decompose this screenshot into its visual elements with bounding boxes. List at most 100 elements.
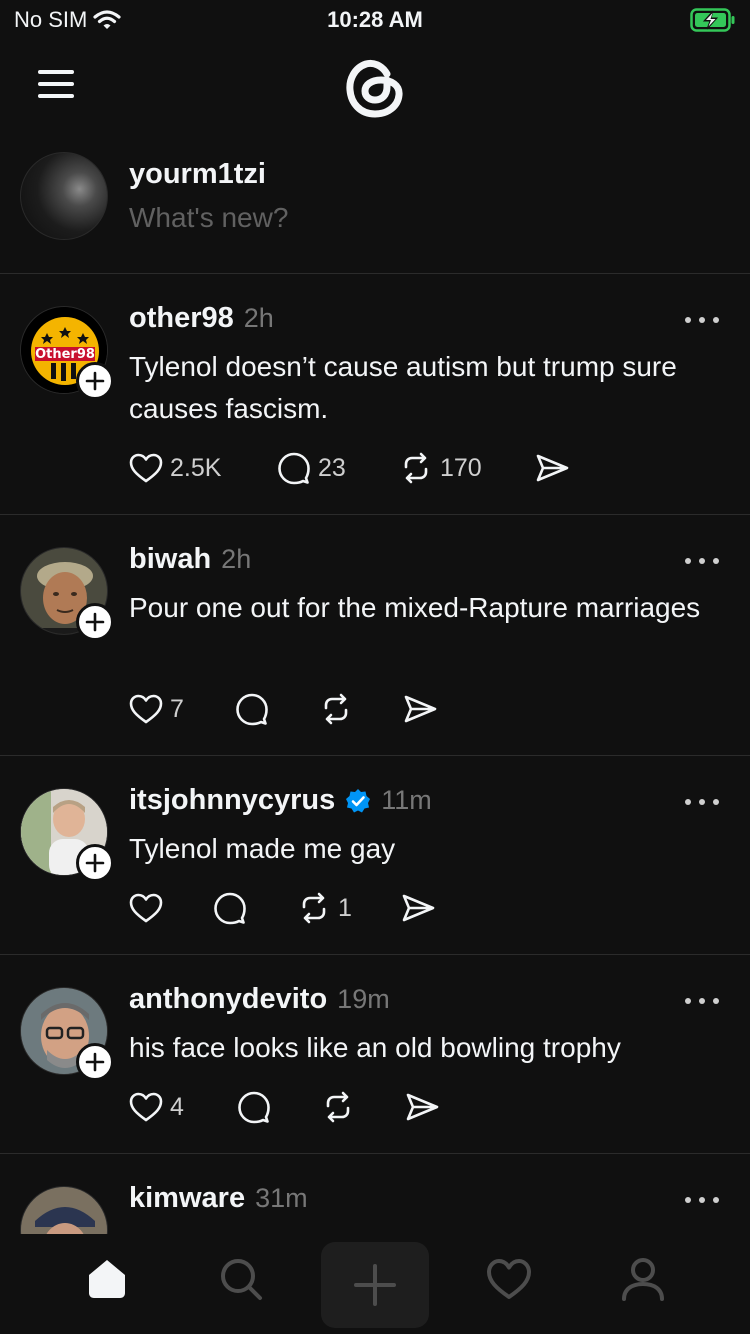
reply-button[interactable]	[234, 691, 318, 727]
reply-button[interactable]	[212, 890, 296, 926]
like-count: 4	[170, 1092, 184, 1121]
post-time: 2h	[243, 303, 274, 333]
composer[interactable]: yourm1tzi What's new?	[0, 140, 750, 274]
post[interactable]: kimware 31m	[0, 1154, 750, 1234]
post[interactable]: Other98 other98 2h Tylenol doesn’t cause…	[0, 274, 750, 515]
avatar-wrap[interactable]	[20, 1186, 108, 1234]
share-button[interactable]	[402, 691, 438, 727]
post-time: 2h	[221, 544, 252, 574]
comment-icon	[214, 892, 246, 925]
carrier-group: No SIM	[14, 7, 121, 33]
post-username[interactable]: kimware	[129, 1182, 245, 1215]
like-button[interactable]: 4	[128, 1089, 236, 1125]
post-header: biwah 2h	[129, 543, 251, 576]
nav-search[interactable]	[186, 1234, 296, 1324]
post-actions: 7	[128, 691, 438, 727]
avatar-wrap[interactable]	[20, 547, 114, 641]
post-header: itsjohnnycyrus 11m	[129, 784, 432, 817]
nav-compose[interactable]	[321, 1242, 429, 1328]
plus-icon	[85, 371, 105, 391]
avatar-wrap[interactable]	[20, 987, 114, 1081]
post-time: 11m	[381, 785, 432, 815]
heart-icon	[487, 1259, 531, 1299]
wifi-icon	[93, 10, 121, 29]
more-options-icon[interactable]	[684, 314, 720, 326]
heart-icon	[129, 893, 163, 923]
plus-icon	[85, 1052, 105, 1072]
avatar[interactable]	[20, 1186, 108, 1234]
follow-button[interactable]	[76, 844, 114, 882]
battery-charging-icon	[690, 8, 735, 32]
avatar-text: Other98	[35, 347, 95, 362]
send-icon	[406, 1093, 439, 1121]
more-options-icon[interactable]	[684, 796, 720, 808]
avatar-wrap[interactable]	[20, 788, 114, 882]
repost-button[interactable]: 170	[398, 450, 534, 486]
follow-button[interactable]	[76, 603, 114, 641]
post[interactable]: biwah 2h Pour one out for the mixed-Rapt…	[0, 515, 750, 756]
post-actions: 2.5K 23 170	[128, 450, 570, 486]
post-header: anthonydevito 19m	[129, 983, 390, 1016]
more-options-icon[interactable]	[684, 555, 720, 567]
like-button[interactable]	[128, 890, 212, 926]
like-button[interactable]: 2.5K	[128, 450, 276, 486]
post-actions: 4	[128, 1089, 440, 1125]
share-button[interactable]	[534, 450, 570, 486]
post-username[interactable]: other98	[129, 302, 234, 335]
post-time: 31m	[255, 1183, 308, 1213]
menu-bar	[38, 82, 74, 86]
follow-button[interactable]	[76, 362, 114, 400]
nav-activity[interactable]	[454, 1234, 564, 1324]
post-username[interactable]: biwah	[129, 543, 211, 576]
feed[interactable]: Other98 other98 2h Tylenol doesn’t cause…	[0, 274, 750, 1234]
composer-username: yourm1tzi	[129, 158, 266, 190]
post[interactable]: itsjohnnycyrus 11m Tylenol made me gay 1	[0, 756, 750, 955]
status-bar: No SIM 10:28 AM	[0, 0, 750, 42]
repost-icon	[302, 892, 326, 924]
threads-logo-icon[interactable]	[343, 54, 407, 120]
repost-count: 170	[440, 453, 482, 482]
repost-count: 1	[338, 893, 352, 922]
post[interactable]: anthonydevito 19m his face looks like an…	[0, 955, 750, 1154]
reply-button[interactable]	[236, 1089, 320, 1125]
repost-button[interactable]: 1	[296, 890, 400, 926]
bottom-nav	[0, 1234, 750, 1334]
carrier-label: No SIM	[14, 7, 88, 32]
nav-profile[interactable]	[588, 1234, 698, 1324]
reply-button[interactable]: 23	[276, 450, 398, 486]
more-options-icon[interactable]	[684, 995, 720, 1007]
composer-input[interactable]: What's new?	[129, 202, 288, 234]
plus-icon	[85, 853, 105, 873]
post-text: Pour one out for the mixed-Rapture marri…	[129, 592, 701, 623]
nav-home[interactable]	[52, 1234, 162, 1324]
menu-bar	[38, 70, 74, 74]
avatar-wrap[interactable]: Other98	[20, 306, 114, 400]
menu-icon[interactable]	[38, 70, 74, 98]
repost-button[interactable]	[318, 691, 402, 727]
send-icon	[536, 454, 569, 482]
share-button[interactable]	[404, 1089, 440, 1125]
follow-button[interactable]	[76, 1043, 114, 1081]
share-button[interactable]	[400, 890, 436, 926]
heart-icon	[129, 453, 163, 483]
post-header: other98 2h	[129, 302, 274, 335]
heart-icon	[129, 694, 163, 724]
avatar[interactable]	[20, 152, 108, 240]
post-text: his face looks like an old bowling troph…	[129, 1032, 621, 1063]
home-icon	[89, 1260, 125, 1298]
comment-icon	[236, 693, 268, 726]
send-icon	[404, 695, 437, 723]
profile-icon	[622, 1258, 664, 1301]
post-time: 19m	[337, 984, 390, 1014]
heart-icon	[129, 1092, 163, 1122]
search-icon	[221, 1259, 262, 1300]
post-username[interactable]: anthonydevito	[129, 983, 327, 1016]
more-options-icon[interactable]	[684, 1194, 720, 1206]
send-icon	[402, 894, 435, 922]
post-actions: 1	[128, 890, 436, 926]
repost-icon	[404, 452, 428, 484]
post-username[interactable]: itsjohnnycyrus	[129, 784, 335, 817]
repost-button[interactable]	[320, 1089, 404, 1125]
repost-icon	[324, 693, 348, 725]
like-button[interactable]: 7	[128, 691, 234, 727]
